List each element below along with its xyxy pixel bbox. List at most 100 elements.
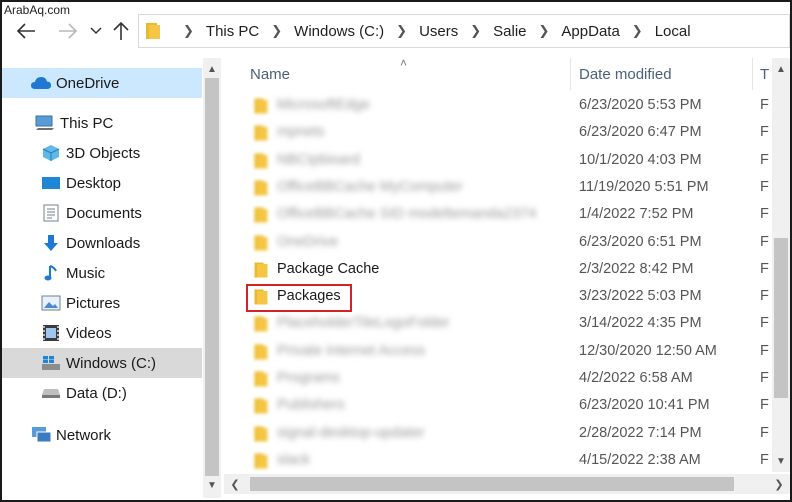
date-modified: 3/23/2022 5:03 PM bbox=[579, 288, 702, 305]
table-row[interactable]: OfficeBBCache MyComputer 11/19/2020 5:51 … bbox=[224, 174, 772, 201]
date-modified: 3/14/2022 4:35 PM bbox=[579, 315, 702, 332]
scroll-up-icon[interactable]: ▲ bbox=[203, 60, 221, 78]
file-name[interactable]: Programs bbox=[277, 370, 340, 386]
sort-ascending-icon: ˄ bbox=[400, 58, 408, 70]
column-header-type[interactable]: T bbox=[760, 66, 769, 83]
table-row[interactable]: Package Cache 2/3/2022 8:42 PM F bbox=[224, 256, 772, 283]
table-row[interactable]: mpnets 6/23/2020 6:47 PM F bbox=[224, 119, 772, 146]
column-divider[interactable] bbox=[752, 58, 753, 90]
breadcrumb-item-this-pc[interactable]: This PC bbox=[206, 23, 259, 40]
scroll-down-icon[interactable]: ▼ bbox=[203, 476, 221, 494]
nav-item-data-d[interactable]: Data (D:) bbox=[2, 378, 202, 408]
breadcrumb: ❯ This PC ❯ Windows (C:) ❯ Users ❯ Salie… bbox=[171, 23, 691, 40]
file-type: F bbox=[760, 397, 769, 414]
nav-item-videos[interactable]: Videos bbox=[2, 318, 202, 348]
column-header-name[interactable]: Name bbox=[250, 66, 290, 83]
nav-item-label: Videos bbox=[66, 324, 112, 342]
file-name[interactable]: OfficeBBCache MyComputer bbox=[277, 179, 463, 195]
table-row[interactable]: OneDrive 6/23/2020 6:51 PM F bbox=[224, 229, 772, 256]
arrow-left-icon bbox=[16, 23, 35, 39]
nav-item-this-pc[interactable]: This PC bbox=[2, 108, 202, 138]
file-name[interactable]: mpnets bbox=[277, 124, 325, 140]
date-modified: 4/2/2022 6:58 AM bbox=[579, 370, 693, 386]
scroll-up-icon[interactable]: ▲ bbox=[772, 60, 790, 78]
table-row[interactable]: Programs 4/2/2022 6:58 AM F bbox=[224, 365, 772, 392]
breadcrumb-item-windows-c[interactable]: Windows (C:) bbox=[294, 23, 384, 40]
file-type: F bbox=[760, 233, 769, 250]
folder-icon bbox=[254, 453, 268, 472]
nav-item-network[interactable]: Network bbox=[2, 420, 202, 450]
file-name[interactable]: signal-desktop-updater bbox=[277, 425, 425, 441]
file-name[interactable]: NBCIpbioard bbox=[277, 152, 360, 168]
column-header-date-modified[interactable]: Date modified bbox=[579, 66, 672, 83]
breadcrumb-sep-icon: ❯ bbox=[396, 23, 408, 38]
arrow-up-icon bbox=[113, 21, 129, 40]
breadcrumb-item-users[interactable]: Users bbox=[419, 23, 458, 40]
scroll-down-icon[interactable]: ▼ bbox=[772, 452, 790, 470]
file-name[interactable]: Package Cache bbox=[277, 261, 379, 277]
nav-item-windows-c[interactable]: Windows (C:) bbox=[2, 348, 202, 378]
date-modified: 10/1/2020 4:03 PM bbox=[579, 151, 702, 168]
nav-item-label: Music bbox=[66, 264, 106, 282]
nav-item-onedrive[interactable]: OneDrive bbox=[2, 68, 202, 98]
folder-icon bbox=[254, 125, 268, 145]
file-type: F bbox=[760, 151, 769, 168]
file-name[interactable]: Private Internet Access bbox=[277, 343, 425, 359]
nav-item-label: 3D Objects bbox=[66, 144, 141, 162]
file-type: F bbox=[760, 97, 769, 113]
nav-item-label: Documents bbox=[66, 204, 142, 222]
scrollbar-thumb[interactable] bbox=[250, 477, 734, 491]
file-list: ˄ Name Date modified T MicrosoftEdge 6/23… bbox=[224, 58, 772, 472]
nav-item-desktop[interactable]: Desktop bbox=[2, 168, 202, 198]
scroll-left-icon[interactable]: ❮ bbox=[226, 474, 244, 494]
file-name[interactable]: MicrosoftEdge bbox=[277, 97, 370, 113]
nav-item-pictures[interactable]: Pictures bbox=[2, 288, 202, 318]
recent-locations-button[interactable] bbox=[88, 18, 104, 44]
computer-icon bbox=[34, 113, 56, 133]
column-divider[interactable] bbox=[570, 58, 571, 90]
file-type: F bbox=[760, 315, 769, 332]
table-row[interactable]: MicrosoftEdge 6/23/2020 5:53 PM F bbox=[224, 92, 772, 119]
table-row[interactable]: PlaceholderTileLogoFolder 3/14/2022 4:35 … bbox=[224, 310, 772, 337]
file-list-vertical-scrollbar[interactable]: ▲ ▼ bbox=[772, 58, 790, 472]
breadcrumb-item-appdata[interactable]: AppData bbox=[561, 23, 619, 40]
forward-button[interactable] bbox=[54, 18, 82, 44]
scroll-right-icon[interactable]: ❯ bbox=[770, 474, 788, 494]
breadcrumb-item-salie[interactable]: Salie bbox=[493, 23, 526, 40]
file-name[interactable]: OneDrive bbox=[277, 234, 338, 250]
file-name[interactable]: PlaceholderTileLogoFolder bbox=[277, 315, 450, 331]
table-row[interactable]: NBCIpbioard 10/1/2020 4:03 PM F bbox=[224, 147, 772, 174]
music-icon bbox=[40, 263, 62, 283]
download-icon bbox=[40, 233, 62, 253]
nav-item-label: Windows (C:) bbox=[66, 354, 157, 372]
scrollbar-thumb[interactable] bbox=[774, 238, 788, 398]
nav-item-documents[interactable]: Documents bbox=[2, 198, 202, 228]
nav-item-3d-objects[interactable]: 3D Objects bbox=[2, 138, 202, 168]
file-list-horizontal-scrollbar[interactable]: ❮ ❯ bbox=[224, 474, 790, 494]
file-name[interactable]: slack bbox=[277, 452, 310, 468]
table-row[interactable]: Publishers 6/23/2020 10:41 PM F bbox=[224, 392, 772, 419]
nav-item-downloads[interactable]: Downloads bbox=[2, 228, 202, 258]
navigation-scrollbar[interactable]: ▲ ▼ bbox=[203, 58, 221, 498]
folder-icon bbox=[254, 344, 268, 364]
file-type: F bbox=[760, 342, 769, 359]
network-icon bbox=[30, 425, 52, 445]
scrollbar-thumb[interactable] bbox=[205, 78, 219, 476]
file-name[interactable]: OfficeBBCache SID modeltemanda2374 bbox=[277, 206, 536, 222]
file-explorer-window: ArabAq.com ❯ This PC ❯ Windows (C:) ❯ Us… bbox=[0, 0, 792, 502]
pictures-icon bbox=[40, 293, 62, 313]
breadcrumb-item-local[interactable]: Local bbox=[655, 23, 691, 40]
table-row[interactable]: slack 4/15/2022 2:38 AM F bbox=[224, 447, 772, 472]
back-button[interactable] bbox=[12, 18, 40, 44]
nav-item-label: Downloads bbox=[66, 234, 141, 252]
table-row[interactable]: OfficeBBCache SID modeltemanda2374 1/4/20… bbox=[224, 201, 772, 228]
date-modified: 6/23/2020 10:41 PM bbox=[579, 397, 710, 414]
address-bar[interactable]: ❯ This PC ❯ Windows (C:) ❯ Users ❯ Salie… bbox=[138, 14, 790, 48]
nav-item-label: Network bbox=[56, 426, 112, 444]
breadcrumb-sep-icon: ❯ bbox=[183, 23, 194, 38]
nav-item-music[interactable]: Music bbox=[2, 258, 202, 288]
up-button[interactable] bbox=[108, 18, 134, 44]
file-name[interactable]: Publishers bbox=[277, 397, 345, 413]
table-row[interactable]: Private Internet Access 12/30/2020 12:50 … bbox=[224, 338, 772, 365]
table-row[interactable]: signal-desktop-updater 2/28/2022 7:14 PM F bbox=[224, 420, 772, 447]
